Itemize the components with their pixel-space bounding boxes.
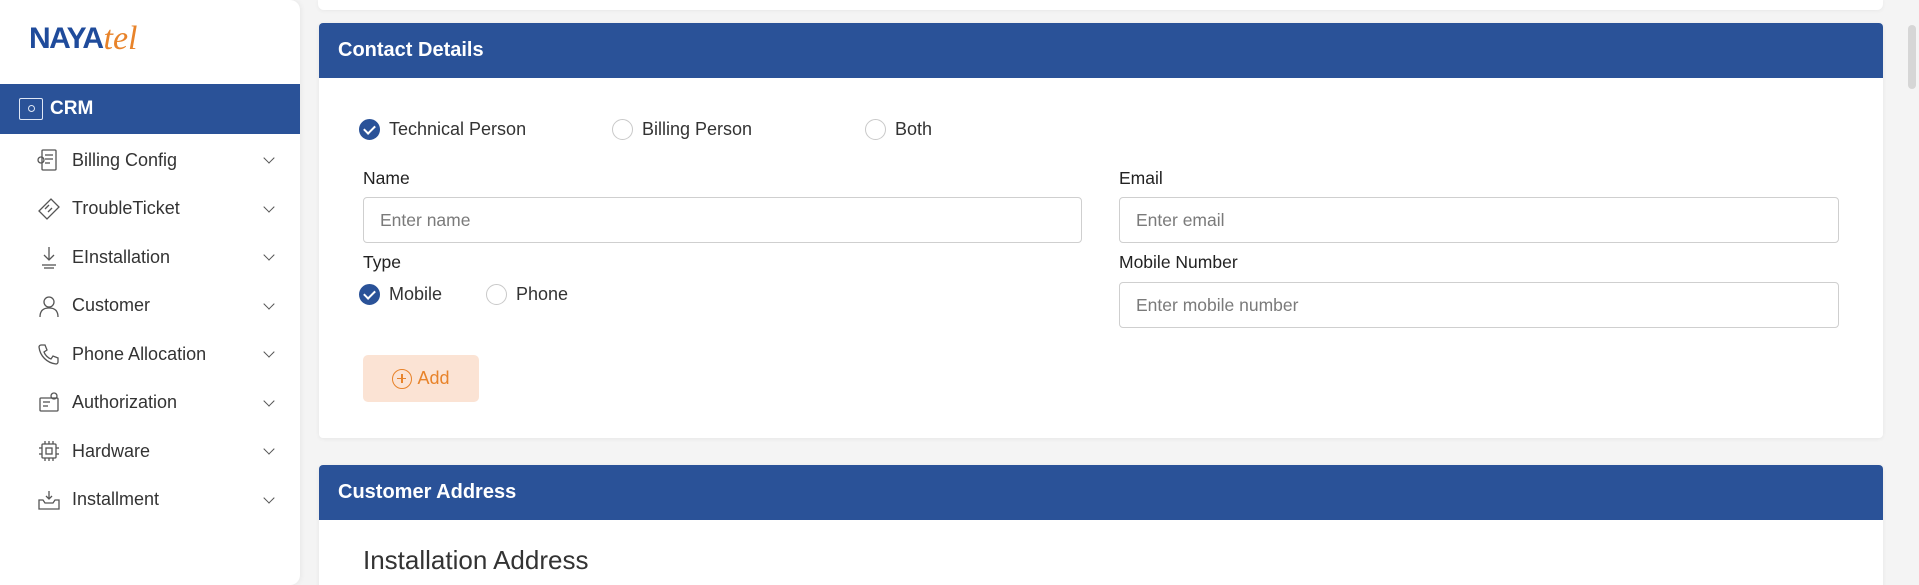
crm-icon [19,98,43,120]
radio-billing-person[interactable]: Billing Person [612,119,752,140]
sidebar-item-customer[interactable]: Customer [0,282,300,331]
customer-address-card: Customer Address Installation Address [319,465,1883,585]
sidebar-module-crm[interactable]: CRM [0,84,300,134]
plus-circle-icon [392,368,413,389]
nayatel-logo[interactable]: NAYA tel [29,16,137,56]
radio-technical-person[interactable]: Technical Person [359,119,526,140]
logo-text-naya: NAYA [29,22,104,55]
name-input[interactable] [363,197,1082,243]
hardware-icon [36,438,62,464]
chevron-down-icon [263,395,275,407]
previous-card-bottom [318,0,1883,10]
mobile-number-input[interactable] [1119,282,1839,328]
sidebar-nav: Billing Config TroubleTicket EInstallati… [0,136,300,524]
radio-label: Technical Person [389,119,527,139]
crm-label: CRM [50,98,94,119]
scrollbar-thumb[interactable] [1908,25,1916,89]
email-input[interactable] [1119,197,1839,243]
radio-mobile[interactable]: Mobile [359,284,442,305]
sidebar-item-troubleticket[interactable]: TroubleTicket [0,185,300,234]
customer-icon [36,293,62,319]
sidebar-item-hardware[interactable]: Hardware [0,427,300,476]
radio-both[interactable]: Both [865,119,932,140]
chevron-down-icon [263,298,275,310]
email-label: Email [1119,168,1163,188]
radio-label: Mobile [389,284,443,304]
installment-icon [36,487,62,513]
type-label: Type [363,252,401,272]
logo-text-tel: tel [103,20,138,57]
sidebar-item-label: Hardware [72,440,151,461]
sidebar-item-label: Authorization [72,392,178,413]
contact-details-card: Contact Details Technical Person Billing… [319,23,1883,438]
sidebar-item-label: Phone Allocation [72,343,207,364]
radio-label: Both [895,119,933,139]
sidebar-item-billing-config[interactable]: Billing Config [0,136,300,185]
chevron-down-icon [263,249,275,261]
name-label: Name [363,168,410,188]
installation-icon [36,244,62,270]
ticket-icon [36,196,62,222]
sidebar-item-label: EInstallation [72,246,171,267]
sidebar-item-label: Installment [72,489,160,510]
chevron-down-icon [263,201,275,213]
add-contact-button[interactable]: Add [363,355,479,402]
radio-label: Billing Person [642,119,753,139]
radio-unchecked-icon[interactable] [486,284,507,305]
sidebar: NAYA tel CRM Billing Config TroubleTicke… [0,0,300,585]
authorization-icon [36,390,62,416]
phone-icon [36,341,62,367]
chevron-down-icon [263,443,275,455]
sidebar-item-label: Billing Config [72,149,178,170]
billing-icon [36,147,62,173]
sidebar-item-installment[interactable]: Installment [0,476,300,525]
chevron-down-icon [263,492,275,504]
sidebar-item-authorization[interactable]: Authorization [0,379,300,428]
sidebar-item-label: Customer [72,295,151,316]
chevron-down-icon [263,346,275,358]
chevron-down-icon [263,152,275,164]
radio-unchecked-icon[interactable] [865,119,886,140]
radio-phone[interactable]: Phone [486,284,568,305]
mobile-number-label: Mobile Number [1119,252,1238,272]
sidebar-item-phone-allocation[interactable]: Phone Allocation [0,330,300,379]
installation-address-title: Installation Address [363,545,589,575]
radio-checked-icon[interactable] [359,119,380,140]
radio-label: Phone [516,284,569,304]
customer-address-header: Customer Address [319,465,1883,520]
sidebar-item-label: TroubleTicket [72,198,180,219]
radio-unchecked-icon[interactable] [612,119,633,140]
sidebar-item-einstallation[interactable]: EInstallation [0,233,300,282]
contact-details-header: Contact Details [319,23,1883,78]
page-scrollbar[interactable] [1905,0,1919,585]
add-button-label: Add [417,368,450,388]
radio-checked-icon[interactable] [359,284,380,305]
